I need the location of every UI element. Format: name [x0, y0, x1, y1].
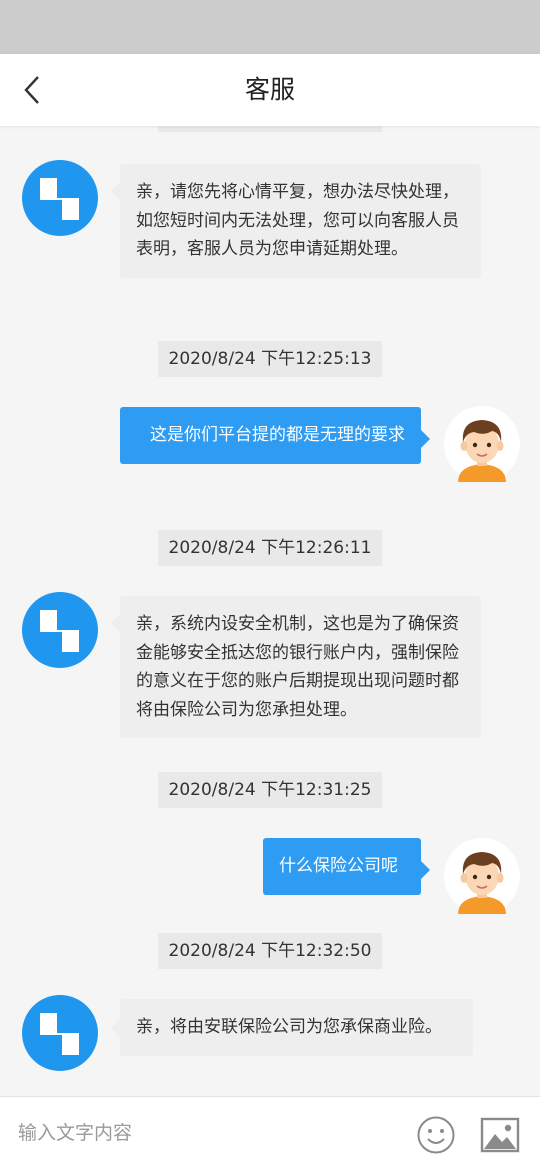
timestamp: 2020/8/24 下午12:32:50 — [158, 933, 382, 969]
input-bar — [0, 1096, 540, 1171]
bot-avatar — [22, 592, 98, 668]
status-bar — [0, 0, 540, 54]
user-avatar — [444, 406, 520, 482]
user-message: 这是你们平台提的都是无理的要求 — [120, 407, 421, 464]
bot-avatar — [22, 995, 98, 1071]
bot-message: 亲，请您先将心情平复，想办法尽快处理，如您短时间内无法处理，您可以向客服人员表明… — [120, 164, 481, 278]
bubble-tail — [111, 1019, 120, 1037]
timestamp: 2020/8/24 下午12:25:13 — [158, 341, 382, 377]
user-message: 什么保险公司呢 — [263, 838, 421, 895]
emoji-icon[interactable] — [416, 1115, 456, 1155]
user-avatar — [444, 838, 520, 914]
timestamp: 2020/8/24 下午12:26:11 — [158, 530, 382, 566]
message-input[interactable] — [16, 1109, 400, 1157]
header: 客服 — [0, 54, 540, 126]
bot-message: 亲，系统内设安全机制，这也是为了确保资金能够安全抵达您的银行账户内，强制保险的意… — [120, 596, 481, 738]
bubble-tail — [111, 182, 120, 200]
image-icon[interactable] — [480, 1115, 520, 1155]
back-button[interactable] — [10, 68, 54, 112]
bubble-tail — [421, 861, 430, 879]
timestamp: 2020/8/24 下午12:31:25 — [158, 772, 382, 808]
bot-message: 亲，将由安联保险公司为您承保商业险。 — [120, 999, 473, 1056]
bubble-tail — [421, 430, 430, 448]
bubble-tail — [111, 614, 120, 632]
chat-area[interactable]: 亲，请您先将心情平复，想办法尽快处理，如您短时间内无法处理，您可以向客服人员表明… — [0, 126, 540, 1096]
timestamp-partial — [158, 126, 382, 132]
page-title: 客服 — [244, 75, 295, 104]
bot-avatar — [22, 160, 98, 236]
back-arrow-icon — [24, 76, 39, 104]
